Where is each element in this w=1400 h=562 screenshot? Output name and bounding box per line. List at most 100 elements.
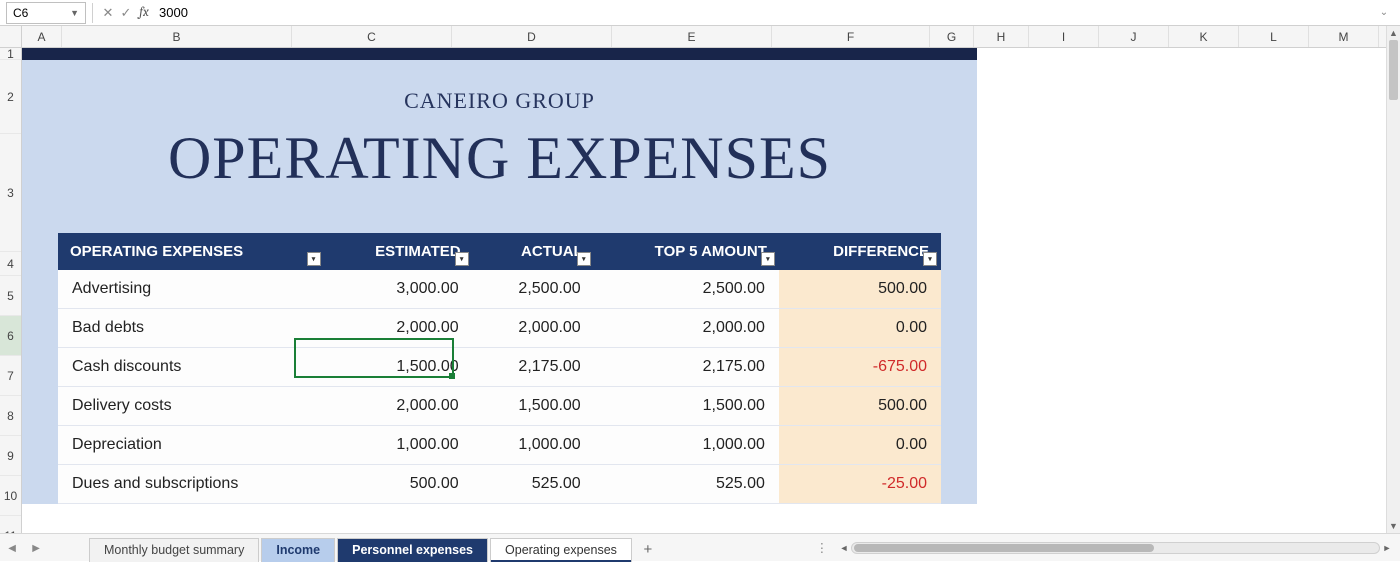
table-header: ACTUAL▾ (473, 233, 595, 270)
horizontal-scroll-track[interactable] (851, 542, 1380, 554)
scroll-down-icon[interactable]: ▼ (1387, 519, 1400, 533)
table-row[interactable]: Depreciation1,000.001,000.001,000.000.00 (58, 426, 941, 465)
tab-nav-next-icon[interactable]: ► (26, 538, 46, 558)
tab-menu-icon[interactable]: ⋮ (813, 540, 831, 555)
row-name-cell[interactable]: Depreciation (58, 426, 325, 465)
row-value-cell[interactable]: 2,500.00 (473, 270, 595, 309)
row-value-cell[interactable]: 3,000.00 (325, 270, 473, 309)
name-box-value: C6 (13, 6, 28, 20)
cancel-icon[interactable]: ✕ (99, 4, 117, 22)
row-header-3[interactable]: 3 (0, 134, 21, 252)
column-header-K[interactable]: K (1169, 26, 1239, 47)
column-header-L[interactable]: L (1239, 26, 1309, 47)
row-name-cell[interactable]: Bad debts (58, 309, 325, 348)
tab-nav-prev-icon[interactable]: ◄ (2, 538, 22, 558)
sheet-tab[interactable]: Monthly budget summary (89, 538, 259, 562)
table-row[interactable]: Delivery costs2,000.001,500.001,500.0050… (58, 387, 941, 426)
row-value-cell[interactable]: 2,000.00 (595, 309, 779, 348)
row-value-cell[interactable]: 2,500.00 (595, 270, 779, 309)
operating-expenses-table: OPERATING EXPENSES▾ESTIMATED▾ACTUAL▾TOP … (58, 233, 941, 504)
row-name-cell[interactable]: Advertising (58, 270, 325, 309)
table-header-label: ACTUAL (521, 243, 583, 260)
scroll-up-icon[interactable]: ▲ (1387, 26, 1400, 40)
row-header-7[interactable]: 7 (0, 356, 21, 396)
row-header-10[interactable]: 10 (0, 476, 21, 516)
horizontal-scrollbar[interactable]: ◄ ► (837, 541, 1394, 555)
header-strip (22, 48, 977, 60)
row-value-cell[interactable]: 500.00 (779, 387, 941, 426)
name-box[interactable]: C6 ▼ (6, 2, 86, 24)
row-value-cell[interactable]: -675.00 (779, 348, 941, 387)
filter-dropdown-icon[interactable]: ▾ (307, 252, 321, 266)
table-row[interactable]: Dues and subscriptions500.00525.00525.00… (58, 465, 941, 504)
column-header-M[interactable]: M (1309, 26, 1379, 47)
table-header-label: ESTIMATED (375, 243, 461, 260)
cells-viewport[interactable]: CANEIRO GROUP OPERATING EXPENSES OPERATI… (22, 48, 1386, 533)
sheet-tab[interactable]: Income (261, 538, 335, 562)
horizontal-scroll-thumb[interactable] (854, 544, 1154, 552)
column-header-D[interactable]: D (452, 26, 612, 47)
table-header-label: TOP 5 AMOUNT (655, 243, 767, 260)
row-header-8[interactable]: 8 (0, 396, 21, 436)
row-value-cell[interactable]: 1,000.00 (473, 426, 595, 465)
row-value-cell[interactable]: 2,000.00 (473, 309, 595, 348)
scroll-right-icon[interactable]: ► (1380, 543, 1394, 553)
expand-formula-bar-icon[interactable]: ⌄ (1374, 3, 1394, 23)
row-value-cell[interactable]: 500.00 (325, 465, 473, 504)
column-header-A[interactable]: A (22, 26, 62, 47)
select-all-corner[interactable] (0, 26, 22, 48)
vertical-scrollbar[interactable]: ▲ ▼ (1386, 26, 1400, 533)
sheet-tab-strip: ◄ ► Monthly budget summaryIncomePersonne… (0, 533, 1400, 561)
row-value-cell[interactable]: 1,000.00 (325, 426, 473, 465)
accept-icon[interactable]: ✓ (117, 4, 135, 22)
formula-input[interactable] (153, 2, 1374, 24)
row-value-cell[interactable]: 2,175.00 (595, 348, 779, 387)
column-header-F[interactable]: F (772, 26, 930, 47)
row-value-cell[interactable]: 1,500.00 (595, 387, 779, 426)
row-value-cell[interactable]: 525.00 (595, 465, 779, 504)
row-name-cell[interactable]: Cash discounts (58, 348, 325, 387)
table-row[interactable]: Cash discounts1,500.002,175.002,175.00-6… (58, 348, 941, 387)
row-value-cell[interactable]: 2,175.00 (473, 348, 595, 387)
row-header-9[interactable]: 9 (0, 436, 21, 476)
row-header-6[interactable]: 6 (0, 316, 21, 356)
column-header-B[interactable]: B (62, 26, 292, 47)
row-value-cell[interactable]: 1,500.00 (325, 348, 473, 387)
row-value-cell[interactable]: 525.00 (473, 465, 595, 504)
row-name-cell[interactable]: Dues and subscriptions (58, 465, 325, 504)
sheet-tab[interactable]: Personnel expenses (337, 538, 488, 562)
table-header: ESTIMATED▾ (325, 233, 473, 270)
sheet-tab[interactable]: Operating expenses (490, 538, 632, 562)
row-value-cell[interactable]: 500.00 (779, 270, 941, 309)
row-value-cell[interactable]: 2,000.00 (325, 387, 473, 426)
row-value-cell[interactable]: 1,000.00 (595, 426, 779, 465)
column-header-E[interactable]: E (612, 26, 772, 47)
filter-dropdown-icon[interactable]: ▾ (577, 252, 591, 266)
column-header-J[interactable]: J (1099, 26, 1169, 47)
vertical-scroll-thumb[interactable] (1389, 40, 1398, 100)
column-header-H[interactable]: H (974, 26, 1029, 47)
row-value-cell[interactable]: -25.00 (779, 465, 941, 504)
chevron-down-icon[interactable]: ▼ (70, 8, 79, 18)
row-value-cell[interactable]: 1,500.00 (473, 387, 595, 426)
row-value-cell[interactable]: 2,000.00 (325, 309, 473, 348)
table-row[interactable]: Bad debts2,000.002,000.002,000.000.00 (58, 309, 941, 348)
row-header-1[interactable]: 1 (0, 48, 21, 60)
row-name-cell[interactable]: Delivery costs (58, 387, 325, 426)
filter-dropdown-icon[interactable]: ▾ (923, 252, 937, 266)
add-sheet-button[interactable]: + (634, 538, 662, 562)
fx-icon[interactable]: fx (135, 4, 153, 22)
table-row[interactable]: Advertising3,000.002,500.002,500.00500.0… (58, 270, 941, 309)
column-header-C[interactable]: C (292, 26, 452, 47)
row-header-4[interactable]: 4 (0, 252, 21, 276)
row-value-cell[interactable]: 0.00 (779, 309, 941, 348)
filter-dropdown-icon[interactable]: ▾ (761, 252, 775, 266)
row-header-2[interactable]: 2 (0, 60, 21, 134)
column-header-G[interactable]: G (930, 26, 974, 47)
column-header-I[interactable]: I (1029, 26, 1099, 47)
document-background: CANEIRO GROUP OPERATING EXPENSES OPERATI… (22, 48, 977, 504)
scroll-left-icon[interactable]: ◄ (837, 543, 851, 553)
row-header-5[interactable]: 5 (0, 276, 21, 316)
filter-dropdown-icon[interactable]: ▾ (455, 252, 469, 266)
row-value-cell[interactable]: 0.00 (779, 426, 941, 465)
